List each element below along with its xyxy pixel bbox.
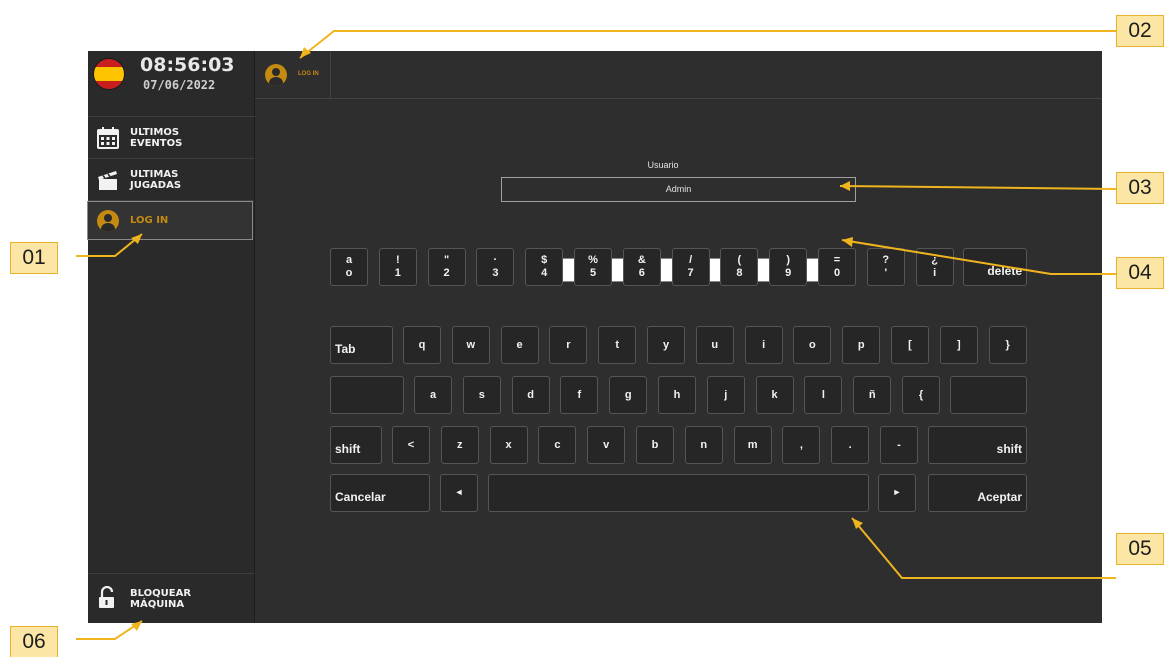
screenshot-stage: 08:56:03 07/06/2022 ULTIMOS EVENTOS ULTI…: [0, 0, 1172, 657]
callout-badge-04: 04: [1116, 257, 1164, 289]
callout-badge-01: 01: [10, 242, 58, 274]
callout-badge-02: 02: [1116, 15, 1164, 47]
callout-lines: [76, 30, 1117, 640]
callout-badge-06: 06: [10, 626, 58, 657]
callout-badge-03: 03: [1116, 172, 1164, 204]
callout-badge-05: 05: [1116, 533, 1164, 565]
